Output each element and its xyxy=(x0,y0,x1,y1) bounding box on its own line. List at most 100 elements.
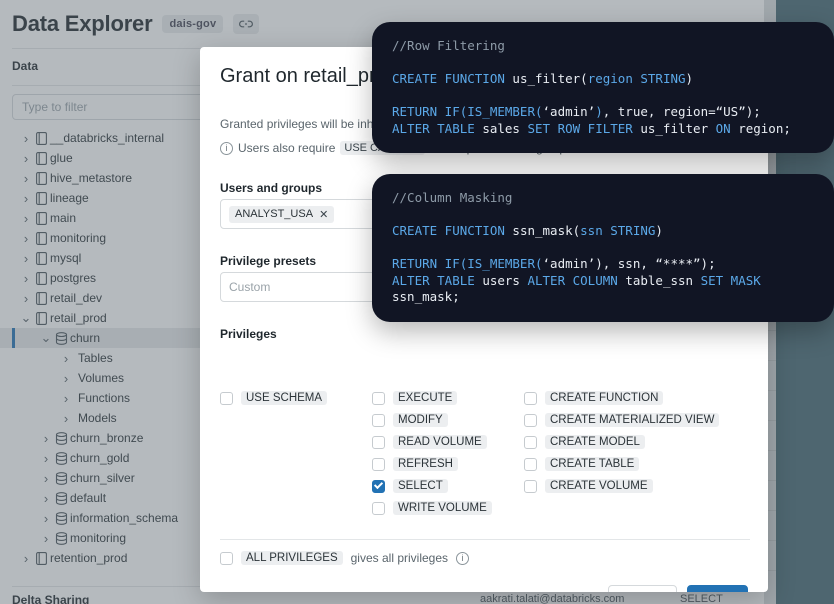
info-icon: i xyxy=(220,141,233,155)
code-panel-column-masking: //Column Masking CREATE FUNCTION ssn_mas… xyxy=(372,174,834,322)
privileges-column-2: EXECUTE MODIFY READ VOLUME REFRESH SELECT WRI… xyxy=(372,387,524,519)
privilege-option-modify[interactable]: MODIFY xyxy=(372,409,524,431)
privilege-label: SELECT xyxy=(393,479,448,493)
privilege-option-create-table[interactable]: CREATE TABLE xyxy=(524,453,744,475)
code-line: RETURN IF(IS_MEMBER(‘admin’), ssn, “****… xyxy=(392,256,814,273)
close-icon[interactable]: ✕ xyxy=(319,208,328,221)
privileges-label: Privileges xyxy=(220,327,277,341)
privilege-option-use-schema[interactable]: USE SCHEMA xyxy=(220,387,372,409)
checkbox[interactable] xyxy=(524,435,537,449)
code-token: us_filter( xyxy=(512,71,588,86)
code-token: ALTER TABLE xyxy=(392,272,483,288)
code-token: ALTER TABLE xyxy=(392,120,483,136)
code-token: , true, region=“US”); xyxy=(602,104,761,119)
screenshot-root: Data Explorer dais-gov Data Type to filt… xyxy=(0,0,834,604)
code-token: ‘admin’ xyxy=(542,256,596,271)
cancel-button[interactable]: Cancel xyxy=(607,585,677,592)
privilege-label: READ VOLUME xyxy=(393,435,487,449)
checkbox[interactable] xyxy=(372,479,385,493)
grant-button[interactable]: Grant xyxy=(686,585,748,592)
user-chip-label: ANALYST_USA xyxy=(235,208,314,220)
code-token: sales xyxy=(482,120,528,136)
code-token: ssn STRING xyxy=(580,223,656,238)
checkbox[interactable] xyxy=(524,457,537,471)
code-token: ) xyxy=(595,104,603,119)
code-token: ON xyxy=(715,120,739,136)
code-token: region; xyxy=(738,120,791,136)
code-token: table_ssn xyxy=(625,272,701,288)
privileges-grid[interactable]: USE SCHEMA EXECUTE MODIFY READ VOLUME REFRES… xyxy=(220,387,750,519)
checkbox[interactable] xyxy=(372,413,385,427)
code-token: RETURN IF(IS_MEMBER( xyxy=(392,104,543,119)
checkbox[interactable] xyxy=(220,391,233,405)
code-panel-row-filtering: //Row Filtering CREATE FUNCTION us_filte… xyxy=(372,22,834,153)
privilege-option-write-volume[interactable]: WRITE VOLUME xyxy=(372,497,524,519)
code-token: ) xyxy=(685,71,694,86)
checkbox[interactable] xyxy=(524,479,537,493)
checkbox[interactable] xyxy=(372,501,385,515)
code-token: region STRING xyxy=(587,71,686,86)
privilege-option-create-volume[interactable]: CREATE VOLUME xyxy=(524,475,744,497)
privilege-option-refresh[interactable]: REFRESH xyxy=(372,453,524,475)
privileges-column-3: CREATE FUNCTION CREATE MATERIALIZED VIEW C… xyxy=(524,387,744,519)
code-token: //Row Filtering xyxy=(392,38,505,53)
privilege-option-create-function[interactable]: CREATE FUNCTION xyxy=(524,387,744,409)
code-token: ssn_mask; xyxy=(392,289,460,304)
privilege-label: CREATE MODEL xyxy=(545,435,645,449)
code-token: ssn_mask( xyxy=(512,223,581,238)
users-groups-label: Users and groups xyxy=(220,181,323,195)
user-chip[interactable]: ANALYST_USA ✕ xyxy=(229,205,335,223)
code-token: users xyxy=(482,272,528,288)
dialog-actions: Cancel Grant xyxy=(607,585,748,592)
code-token: ALTER COLUMN xyxy=(527,272,626,288)
code-line: ssn_mask; xyxy=(392,289,814,306)
privilege-label: WRITE VOLUME xyxy=(393,501,492,515)
privilege-label: CREATE MATERIALIZED VIEW xyxy=(545,413,720,427)
checkbox[interactable] xyxy=(372,457,385,471)
privileges-column-1: USE SCHEMA xyxy=(220,387,372,519)
code-line: ALTER TABLE sales SET ROW FILTER us_filt… xyxy=(392,121,814,138)
privilege-label: EXECUTE xyxy=(393,391,458,405)
checkbox[interactable] xyxy=(524,391,537,405)
code-token: us_filter xyxy=(640,120,716,136)
privilege-option-execute[interactable]: EXECUTE xyxy=(372,387,524,409)
code-token: CREATE FUNCTION xyxy=(392,71,513,86)
checkbox[interactable] xyxy=(372,435,385,449)
privilege-label: REFRESH xyxy=(393,457,458,471)
checkbox[interactable] xyxy=(524,413,537,427)
privilege-option-create-model[interactable]: CREATE MODEL xyxy=(524,431,744,453)
privilege-label: USE SCHEMA xyxy=(241,391,328,405)
info-icon[interactable]: i xyxy=(456,551,470,565)
code-token: ), ssn, “****”); xyxy=(595,256,716,271)
code-token: SET MASK xyxy=(700,272,761,288)
code-line: CREATE FUNCTION us_filter(region STRING) xyxy=(392,71,814,88)
code-line: ALTER TABLE users ALTER COLUMN table_ssn… xyxy=(392,273,814,290)
code-token: //Column Masking xyxy=(392,190,513,205)
checkbox[interactable] xyxy=(372,391,385,405)
all-privileges-hint: gives all privileges xyxy=(350,551,449,565)
code-token: RETURN IF(IS_MEMBER( xyxy=(392,256,543,271)
privilege-option-read-volume[interactable]: READ VOLUME xyxy=(372,431,524,453)
privilege-presets-label: Privilege presets xyxy=(220,254,317,268)
privilege-option-create-materialized-view[interactable]: CREATE MATERIALIZED VIEW xyxy=(524,409,744,431)
privilege-option-select[interactable]: SELECT xyxy=(372,475,524,497)
code-token: CREATE FUNCTION xyxy=(392,223,513,238)
privilege-presets-value: Custom xyxy=(229,280,271,294)
code-token: SET ROW FILTER xyxy=(527,120,641,136)
privilege-label: CREATE TABLE xyxy=(545,457,640,471)
all-privileges-checkbox[interactable] xyxy=(220,551,233,565)
code-line: //Row Filtering xyxy=(392,38,814,55)
code-token: ‘admin’ xyxy=(542,104,596,119)
code-line: //Column Masking xyxy=(392,190,814,207)
privilege-label: CREATE FUNCTION xyxy=(545,391,664,405)
code-line: RETURN IF(IS_MEMBER(‘admin’), true, regi… xyxy=(392,104,814,121)
privilege-label: MODIFY xyxy=(393,413,448,427)
all-privileges-row[interactable]: ALL PRIVILEGES gives all privileges i xyxy=(220,551,470,565)
note-prefix: Users also require xyxy=(238,141,336,155)
all-privileges-divider xyxy=(220,539,750,540)
code-token: ) xyxy=(655,223,663,238)
